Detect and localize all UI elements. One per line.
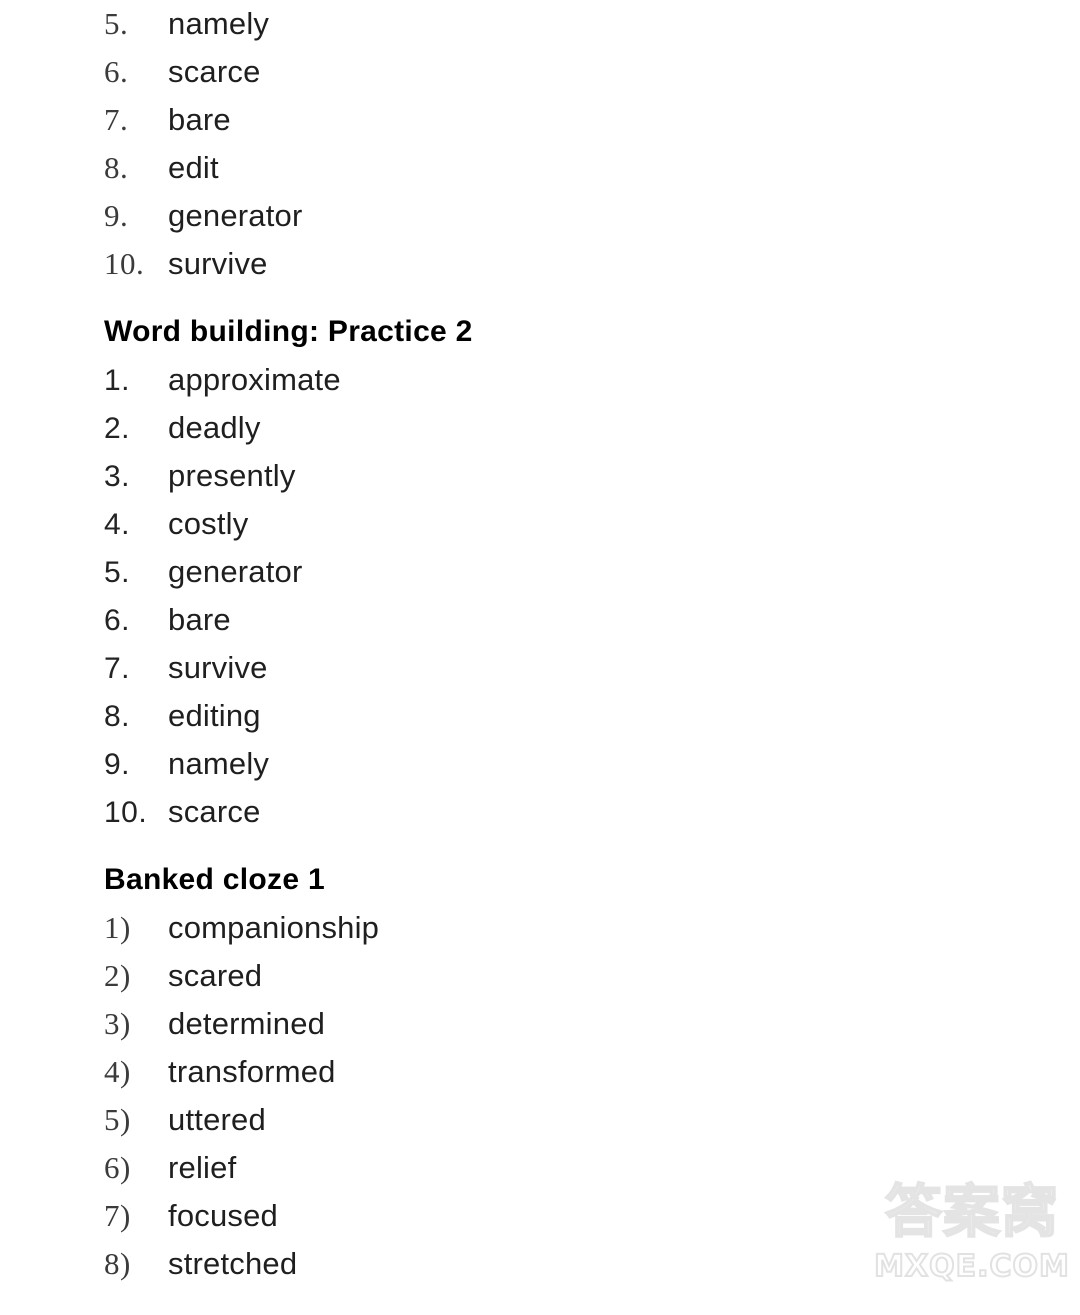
item-number: 5. <box>104 556 131 589</box>
item-word: survive <box>168 650 268 685</box>
item-word: approximate <box>168 362 341 397</box>
list-item: 2. deadly <box>104 404 864 452</box>
item-word: generator <box>168 198 303 233</box>
watermark-domain-text: MXQE.COM <box>873 1248 1070 1285</box>
item-word: namely <box>168 6 270 41</box>
item-number: 6. <box>104 604 131 637</box>
item-word: scarce <box>168 794 261 829</box>
list-item: 4. costly <box>104 500 864 548</box>
list-item: 9. generator <box>104 192 864 240</box>
item-number: 4) <box>104 1054 131 1089</box>
list-item: 7. survive <box>104 644 864 692</box>
item-number: 8) <box>104 1246 131 1281</box>
item-word: transformed <box>168 1054 336 1089</box>
item-word: scared <box>168 958 263 993</box>
list-item: 9. namely <box>104 740 864 788</box>
item-word: editing <box>168 698 261 733</box>
item-word: companionship <box>168 910 380 945</box>
item-number: 7) <box>104 1198 131 1233</box>
item-number: 4. <box>104 508 131 541</box>
item-word: survive <box>168 246 268 281</box>
list-item: 6. bare <box>104 596 864 644</box>
list-item: 7) focused <box>104 1192 864 1240</box>
item-number: 10. <box>104 246 145 281</box>
list-item: 5. generator <box>104 548 864 596</box>
item-word: presently <box>168 458 296 493</box>
list-item: 3) determined <box>104 1000 864 1048</box>
answer-list-banked-cloze-1: 1) companionship 2) scared 3) determined… <box>104 904 864 1288</box>
item-word: determined <box>168 1006 326 1041</box>
item-word: uttered <box>168 1102 266 1137</box>
item-number: 1. <box>104 364 131 397</box>
item-word: bare <box>168 602 231 637</box>
list-item: 4) transformed <box>104 1048 864 1096</box>
item-word: scarce <box>168 54 261 89</box>
answer-key-content: 5. namely 6. scarce 7. bare 8. edit 9. g… <box>104 0 864 1288</box>
list-item: 10. survive <box>104 240 864 288</box>
item-number: 7. <box>104 102 129 137</box>
item-word: deadly <box>168 410 261 445</box>
item-number: 3) <box>104 1006 131 1041</box>
item-number: 6. <box>104 54 129 89</box>
list-item: 7. bare <box>104 96 864 144</box>
item-number: 7. <box>104 652 131 685</box>
item-number: 1) <box>104 910 131 945</box>
list-item: 6) relief <box>104 1144 864 1192</box>
item-word: generator <box>168 554 303 589</box>
list-item: 1. approximate <box>104 356 864 404</box>
item-number: 9. <box>104 198 129 233</box>
item-number: 5) <box>104 1102 131 1137</box>
list-item: 10. scarce <box>104 788 864 836</box>
item-number: 3. <box>104 460 131 493</box>
item-word: edit <box>168 150 219 185</box>
list-item: 8. edit <box>104 144 864 192</box>
list-item: 6. scarce <box>104 48 864 96</box>
item-number: 8. <box>104 700 131 733</box>
list-item: 5) uttered <box>104 1096 864 1144</box>
list-item: 2) scared <box>104 952 864 1000</box>
item-word: costly <box>168 506 249 541</box>
list-item: 8) stretched <box>104 1240 864 1288</box>
document-page: 5. namely 6. scarce 7. bare 8. edit 9. g… <box>0 0 1080 1315</box>
watermark: 答案窝 MXQE.COM <box>872 1178 1072 1297</box>
item-number: 10. <box>104 796 148 829</box>
answer-list-word-building-practice-2: 1. approximate 2. deadly 3. presently 4.… <box>104 356 864 836</box>
item-number: 9. <box>104 748 131 781</box>
list-item: 8. editing <box>104 692 864 740</box>
item-word: bare <box>168 102 231 137</box>
answer-list-practice-1-continued: 5. namely 6. scarce 7. bare 8. edit 9. g… <box>104 0 864 288</box>
watermark-chinese-text: 答案窝 <box>884 1178 1059 1246</box>
list-item: 5. namely <box>104 0 864 48</box>
item-number: 8. <box>104 150 129 185</box>
item-number: 2) <box>104 958 131 993</box>
list-item: 1) companionship <box>104 904 864 952</box>
section-heading-banked-cloze-1: Banked cloze 1 <box>104 863 325 896</box>
item-word: namely <box>168 746 270 781</box>
item-number: 6) <box>104 1150 131 1185</box>
item-word: relief <box>168 1150 237 1185</box>
section-heading-word-building-practice-2: Word building: Practice 2 <box>104 315 473 348</box>
item-word: stretched <box>168 1246 298 1281</box>
item-number: 5. <box>104 6 129 41</box>
item-number: 2. <box>104 412 131 445</box>
list-item: 3. presently <box>104 452 864 500</box>
item-word: focused <box>168 1198 278 1233</box>
